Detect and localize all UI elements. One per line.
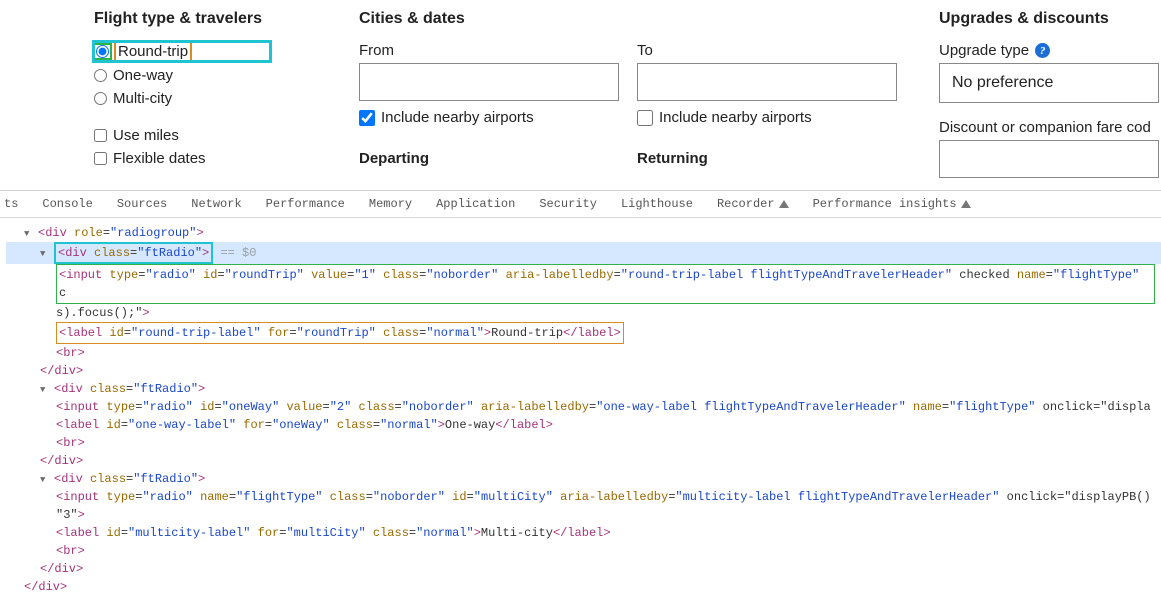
dom-line[interactable]: <label id="multicity-label" for="multiCi… [6, 524, 1161, 542]
to-input[interactable] [637, 63, 897, 101]
round-trip-label: Round-trip [116, 43, 190, 60]
dom-line-selected[interactable]: <div class="ftRadio"> == $0 [6, 242, 1161, 264]
upgrade-type-select[interactable]: No preference [939, 63, 1159, 103]
dom-line[interactable]: <div role="radiogroup"> [6, 224, 1161, 242]
tab-application[interactable]: Application [436, 197, 515, 211]
preview-icon [779, 200, 789, 208]
to-nearby-label: Include nearby airports [659, 109, 812, 126]
use-miles-label: Use miles [113, 127, 179, 144]
upgrades-heading: Upgrades & discounts [939, 10, 1161, 28]
multi-city-option[interactable]: Multi-city [94, 90, 359, 107]
to-field-group: To Include nearby airports [637, 42, 897, 126]
from-nearby-label: Include nearby airports [381, 109, 534, 126]
to-nearby-checkbox[interactable] [637, 110, 653, 126]
tab-recorder[interactable]: Recorder [717, 197, 789, 211]
from-nearby-checkbox[interactable] [359, 110, 375, 126]
flight-type-heading: Flight type & travelers [94, 10, 359, 28]
tab-lighthouse[interactable]: Lighthouse [621, 197, 693, 211]
preview-icon [961, 200, 971, 208]
tab-memory[interactable]: Memory [369, 197, 412, 211]
devtools-tabs: ts Console Sources Network Performance M… [0, 191, 1161, 218]
tab-network[interactable]: Network [191, 197, 241, 211]
dom-line[interactable]: <input type="radio" id="roundTrip" value… [56, 264, 1155, 304]
dom-tree[interactable]: <div role="radiogroup"> <div class="ftRa… [0, 218, 1161, 606]
returning-label: Returning [637, 150, 897, 167]
dom-line[interactable]: s).focus();"> [6, 304, 1161, 322]
tab-sources[interactable]: Sources [117, 197, 167, 211]
upgrade-type-label: Upgrade type [939, 42, 1029, 59]
tab-console[interactable]: Console [42, 197, 92, 211]
dom-line[interactable]: </div> [6, 452, 1161, 470]
one-way-label: One-way [113, 67, 173, 84]
upgrade-type-value: No preference [952, 74, 1053, 92]
dom-line[interactable]: <div class="ftRadio"> [6, 470, 1161, 488]
flexible-dates-option[interactable]: Flexible dates [94, 150, 359, 167]
round-trip-radio[interactable] [96, 45, 109, 58]
upgrades-section: Upgrades & discounts Upgrade type ? No p… [939, 10, 1161, 178]
dom-line[interactable]: <div class="ftRadio"> [6, 380, 1161, 398]
multi-city-radio[interactable] [94, 92, 107, 105]
info-icon[interactable]: ? [1035, 43, 1050, 58]
discount-label: Discount or companion fare cod [939, 119, 1161, 136]
departing-label: Departing [359, 150, 619, 167]
to-nearby-option[interactable]: Include nearby airports [637, 109, 897, 126]
round-trip-option[interactable]: Round-trip [94, 42, 359, 61]
dom-line[interactable]: <br> [6, 542, 1161, 560]
dom-line[interactable]: <label id="one-way-label" for="oneWay" c… [6, 416, 1161, 434]
from-field-group: From Include nearby airports [359, 42, 619, 126]
dom-line[interactable]: </div> [6, 560, 1161, 578]
dom-line[interactable]: <label id="round-trip-label" for="roundT… [6, 322, 1161, 344]
dom-line[interactable]: <br> [6, 434, 1161, 452]
dom-line[interactable]: "3"> [6, 506, 1161, 524]
from-nearby-option[interactable]: Include nearby airports [359, 109, 619, 126]
flexible-dates-label: Flexible dates [113, 150, 206, 167]
tab-performance[interactable]: Performance [266, 197, 345, 211]
multi-city-label: Multi-city [113, 90, 172, 107]
dom-line[interactable]: <input type="radio" id="oneWay" value="2… [6, 398, 1161, 416]
tab-security[interactable]: Security [539, 197, 597, 211]
tab-elements-partial[interactable]: ts [0, 197, 18, 211]
cities-dates-heading: Cities & dates [359, 10, 939, 28]
from-input[interactable] [359, 63, 619, 101]
use-miles-checkbox[interactable] [94, 129, 107, 142]
cities-dates-section: Cities & dates From Include nearby airpo… [359, 10, 939, 178]
flight-search-form: Flight type & travelers Round-trip One-w… [0, 0, 1161, 190]
use-miles-option[interactable]: Use miles [94, 127, 359, 144]
to-label: To [637, 42, 897, 59]
dom-line[interactable]: </div> [6, 578, 1161, 596]
dom-line[interactable]: <br> [6, 344, 1161, 362]
one-way-option[interactable]: One-way [94, 67, 359, 84]
one-way-radio[interactable] [94, 69, 107, 82]
dom-line[interactable]: <input type="radio" name="flightType" cl… [6, 488, 1161, 506]
flexible-dates-checkbox[interactable] [94, 152, 107, 165]
discount-input[interactable] [939, 140, 1159, 178]
from-label: From [359, 42, 619, 59]
flight-type-section: Flight type & travelers Round-trip One-w… [94, 10, 359, 178]
tab-performance-insights[interactable]: Performance insights [813, 197, 971, 211]
dom-line[interactable]: </div> [6, 362, 1161, 380]
devtools-panel: ts Console Sources Network Performance M… [0, 190, 1161, 606]
